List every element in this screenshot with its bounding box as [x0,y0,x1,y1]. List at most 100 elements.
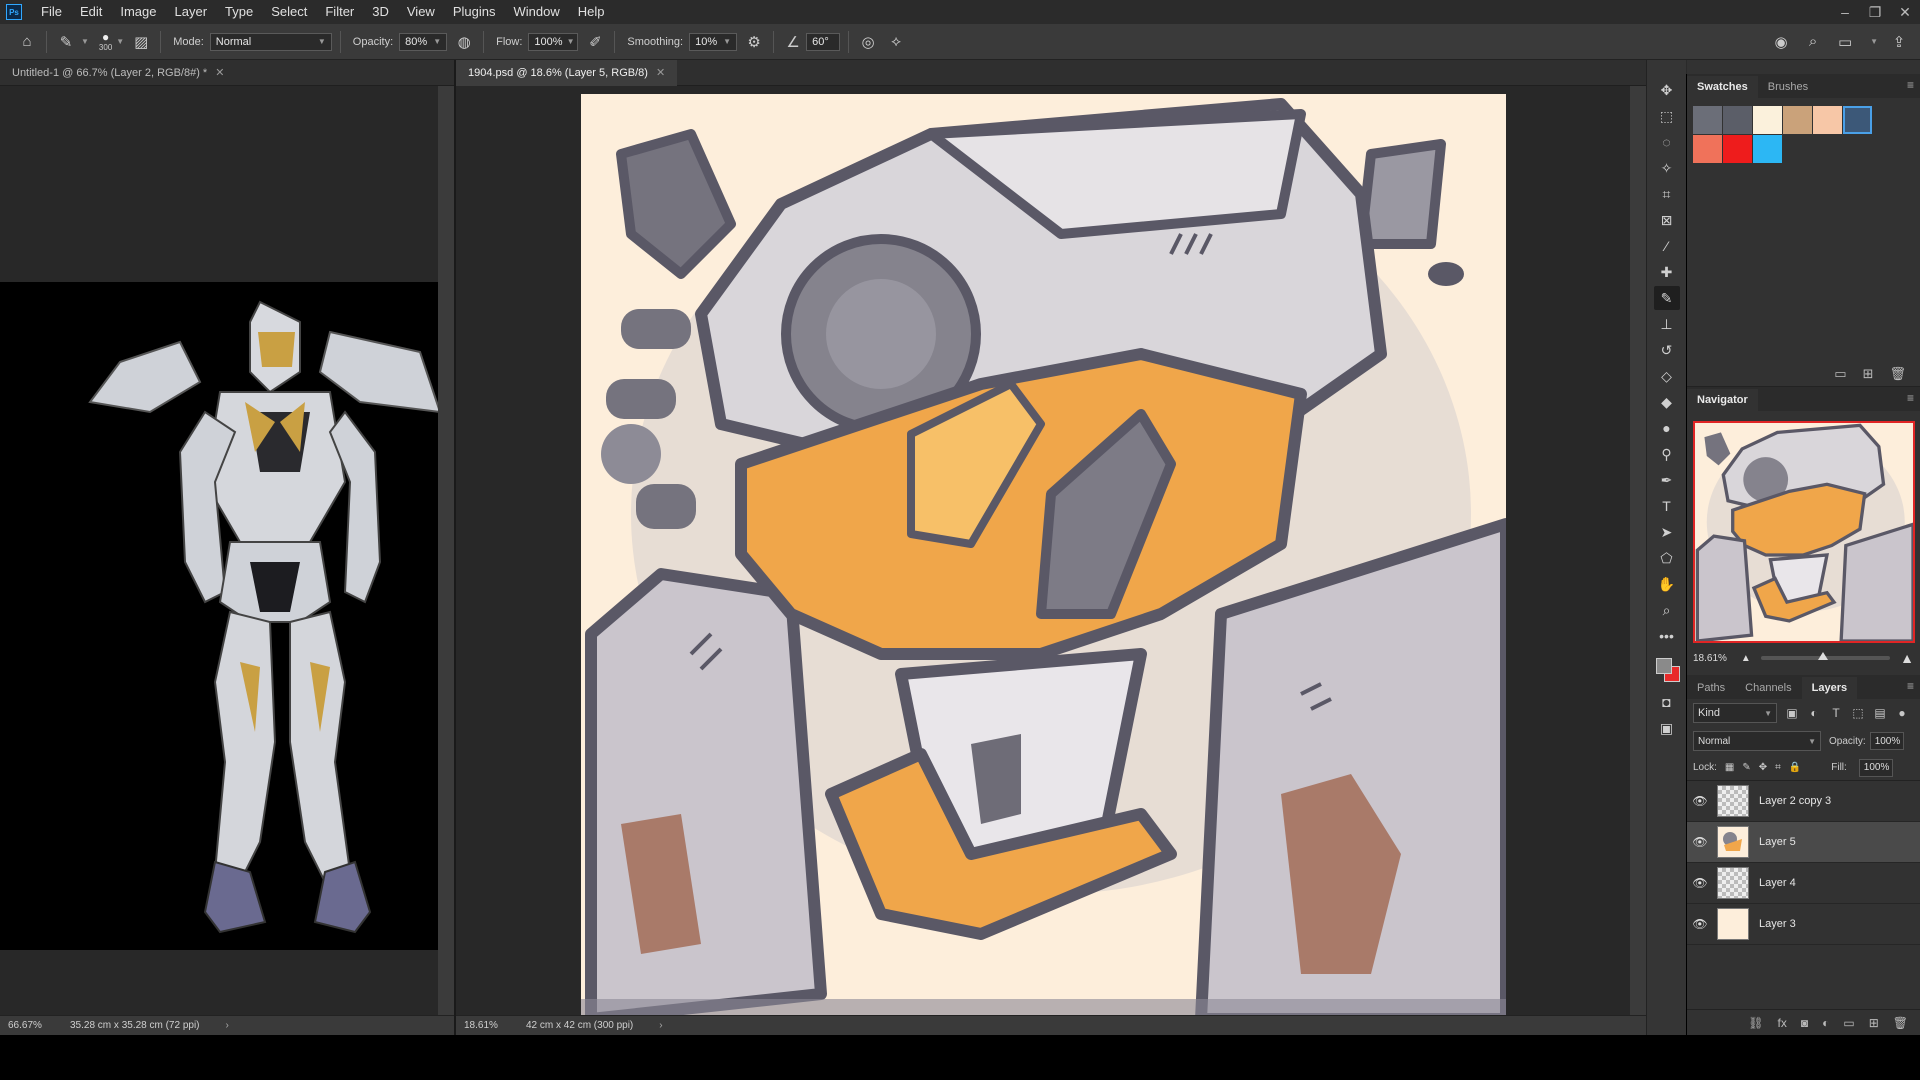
menu-help[interactable]: Help [569,0,614,24]
tab-navigator[interactable]: Navigator [1687,389,1758,411]
panel-menu-icon[interactable]: ≡ [1907,391,1914,405]
color-swatch[interactable] [1693,106,1722,134]
navigator-zoom-slider[interactable] [1760,652,1891,660]
zoom-in-icon[interactable]: ▲ [1900,650,1914,666]
brush-size-picker[interactable]: ● 300 [99,31,112,52]
tab-paths[interactable]: Paths [1687,677,1735,699]
workspace-icon[interactable]: ▭ [1834,31,1856,53]
lasso-tool-icon[interactable]: ◌ [1654,130,1680,154]
color-swatch[interactable] [1723,106,1752,134]
layer-name[interactable]: Layer 4 [1759,877,1796,889]
adjustment-layer-icon[interactable]: ◐ [1822,1016,1829,1030]
link-layers-icon[interactable]: ⛓ [1748,1016,1763,1030]
airbrush-icon[interactable]: ✐ [584,31,606,53]
layer-row[interactable]: 👁 Layer 4 [1687,863,1920,904]
frame-tool-icon[interactable]: ⊠ [1654,208,1680,232]
color-swatch[interactable] [1783,106,1812,134]
close-tab-icon[interactable]: ✕ [215,60,224,86]
tab-1904-psd[interactable]: 1904.psd @ 18.6% (Layer 5, RGB/8) ✕ [456,60,678,86]
eraser-tool-icon[interactable]: ◇ [1654,364,1680,388]
menu-plugins[interactable]: Plugins [444,0,505,24]
color-swatch[interactable] [1753,106,1782,134]
lock-position-icon[interactable]: ✥ [1759,762,1767,773]
menu-3d[interactable]: 3D [363,0,398,24]
color-swatch[interactable] [1753,135,1782,163]
new-layer-icon[interactable]: ⊞ [1869,1016,1879,1030]
menu-filter[interactable]: Filter [316,0,363,24]
restore-icon[interactable]: ❐ [1860,0,1890,24]
trash-icon[interactable]: 🗑 [1889,366,1906,382]
tab-untitled-1[interactable]: Untitled-1 @ 66.7% (Layer 2, RGB/8#) * ✕ [0,60,236,86]
tab-swatches[interactable]: Swatches [1687,76,1758,98]
layer-row[interactable]: 👁 Layer 3 [1687,904,1920,945]
pressure-opacity-icon[interactable]: ◍ [453,31,475,53]
eye-icon[interactable]: 👁 [1687,835,1713,849]
layer-name[interactable]: Layer 5 [1759,836,1796,848]
blur-tool-icon[interactable]: ● [1654,416,1680,440]
chevron-right-icon[interactable]: › [226,1020,229,1031]
dodge-tool-icon[interactable]: ⚲ [1654,442,1680,466]
layer-name[interactable]: Layer 2 copy 3 [1759,795,1831,807]
smart-object-filter-icon[interactable]: ▤ [1873,706,1887,720]
shape-filter-icon[interactable]: ⬚ [1851,706,1865,720]
new-swatch-icon[interactable]: ⊞ [1863,366,1874,382]
brush-tool-icon[interactable]: ✎ [1653,286,1680,310]
mode-select[interactable]: Normal ▼ [209,32,332,51]
menu-edit[interactable]: Edit [71,0,111,24]
angle-field[interactable]: 60° [806,32,841,51]
screen-mode-icon[interactable]: ▣ [1654,716,1680,740]
crop-tool-icon[interactable]: ⌗ [1654,182,1680,206]
lock-transparent-icon[interactable]: ▦ [1725,762,1734,773]
color-swatch[interactable] [1693,135,1722,163]
menu-file[interactable]: File [32,0,71,24]
tab-layers[interactable]: Layers [1801,677,1858,699]
flow-field[interactable]: 100% ▼ [528,32,579,51]
share-icon[interactable]: ⇪ [1888,31,1910,53]
marquee-tool-icon[interactable]: ⬚ [1654,104,1680,128]
panel-menu-icon[interactable]: ≡ [1907,78,1914,92]
chevron-right-icon[interactable]: › [659,1020,662,1031]
layer-row[interactable]: 👁 Layer 2 copy 3 [1687,781,1920,822]
fx-icon[interactable]: fx [1778,1016,1787,1030]
color-picker[interactable] [1652,652,1682,686]
eye-icon[interactable]: 👁 [1687,917,1713,931]
lock-artboard-icon[interactable]: ⌗ [1775,762,1781,773]
type-filter-icon[interactable]: T [1829,706,1843,720]
minimize-icon[interactable]: – [1830,0,1860,24]
navigator-preview[interactable] [1693,421,1915,643]
menu-layer[interactable]: Layer [166,0,217,24]
smoothing-field[interactable]: 10% ▼ [689,32,738,51]
layer-kind-filter[interactable]: Kind ▼ [1693,703,1777,723]
add-mask-icon[interactable]: ◙ [1801,1016,1808,1030]
shape-tool-icon[interactable]: ⬠ [1654,546,1680,570]
symmetry-icon[interactable]: ⟡ [885,31,907,53]
brush-settings-panel-icon[interactable]: ▨ [130,31,152,53]
color-swatch[interactable] [1723,135,1752,163]
navigator-zoom-value[interactable]: 18.61% [1693,653,1727,664]
zoom-level[interactable]: 66.67% [0,1020,60,1031]
menu-window[interactable]: Window [504,0,568,24]
chevron-down-icon[interactable]: ▼ [116,37,124,46]
more-tools-icon[interactable]: ••• [1654,624,1680,648]
healing-brush-tool-icon[interactable]: ✚ [1654,260,1680,284]
pixel-filter-icon[interactable]: ▣ [1785,706,1799,720]
layer-row[interactable]: 👁 Layer 5 [1687,822,1920,863]
clone-stamp-tool-icon[interactable]: ⊥ [1654,312,1680,336]
eye-icon[interactable]: 👁 [1687,876,1713,890]
tab-brushes[interactable]: Brushes [1758,76,1818,98]
tab-channels[interactable]: Channels [1735,677,1801,699]
zoom-out-icon[interactable]: ▲ [1741,653,1751,664]
quick-mask-icon[interactable]: ◘ [1654,690,1680,714]
adjustment-filter-icon[interactable]: ◐ [1807,706,1821,720]
vertical-scrollbar[interactable] [438,86,454,1015]
menu-view[interactable]: View [398,0,444,24]
paint-bucket-tool-icon[interactable]: ◆ [1654,390,1680,414]
color-swatch[interactable] [1813,106,1842,134]
share-user-icon[interactable]: ◉ [1770,31,1792,53]
close-icon[interactable]: ✕ [1890,0,1920,24]
magic-wand-tool-icon[interactable]: ✧ [1654,156,1680,180]
vertical-scrollbar[interactable] [1630,86,1646,1015]
pressure-size-icon[interactable]: ◎ [857,31,879,53]
panel-menu-icon[interactable]: ≡ [1907,679,1914,693]
home-icon[interactable]: ⌂ [16,31,38,53]
